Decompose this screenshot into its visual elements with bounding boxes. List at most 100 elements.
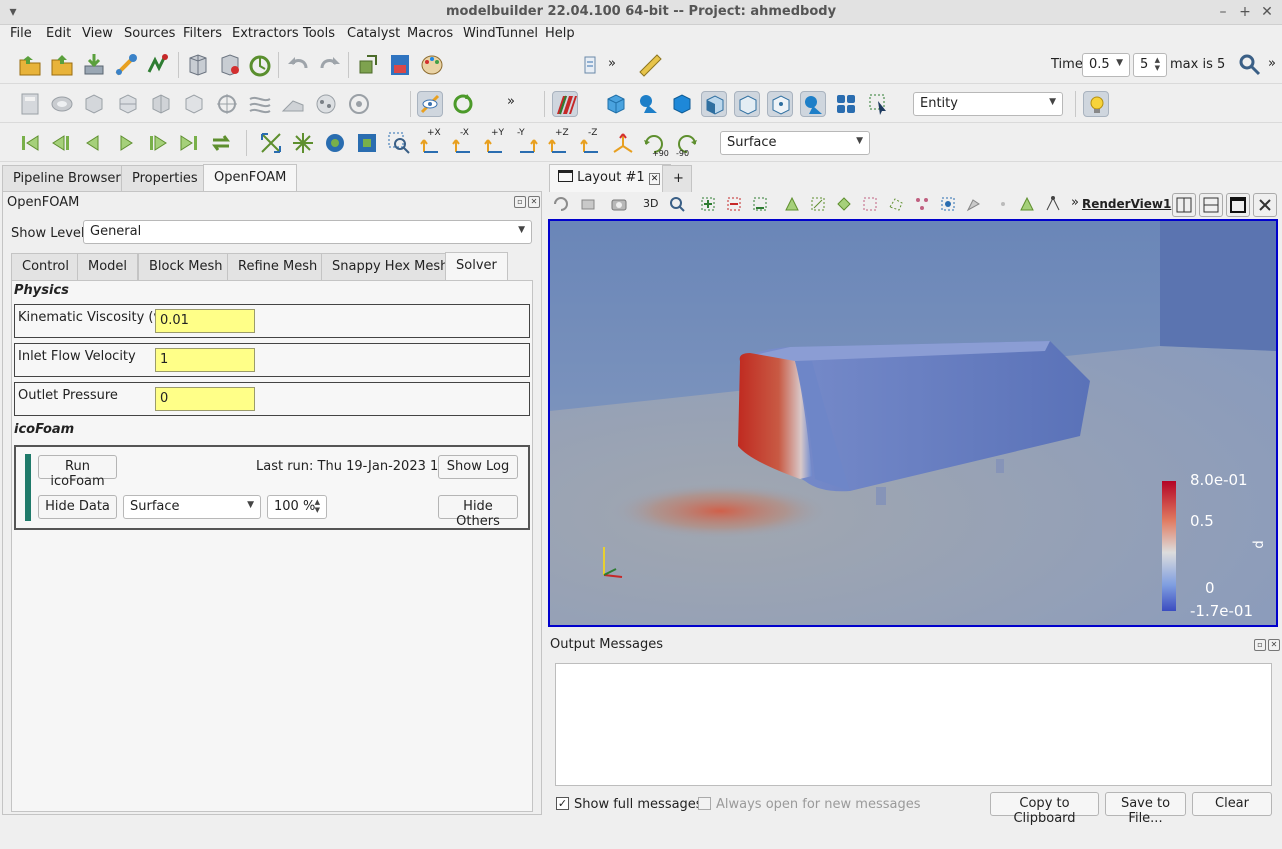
refresh-icon[interactable] <box>450 91 476 117</box>
warp-icon[interactable] <box>280 91 306 117</box>
toolbar-more-icon[interactable]: » <box>1071 195 1079 210</box>
select-cells-on-icon[interactable] <box>783 195 801 213</box>
shrink-selection-icon[interactable] <box>725 195 743 213</box>
hover-points-icon[interactable] <box>965 195 983 213</box>
tab-properties[interactable]: Properties <box>121 165 209 192</box>
contour-icon[interactable] <box>49 91 75 117</box>
capture-icon[interactable] <box>579 195 597 213</box>
open-icon[interactable] <box>17 52 43 78</box>
viscosity-input[interactable]: 0.01 <box>155 309 255 333</box>
maximize-view-icon[interactable] <box>1226 193 1250 217</box>
calculator-icon[interactable] <box>17 91 43 117</box>
clear-selection-icon[interactable] <box>751 195 769 213</box>
float-icon[interactable]: ▫ <box>514 196 526 208</box>
group-select-icon[interactable] <box>800 91 826 117</box>
ruler-icon[interactable] <box>637 52 663 78</box>
mesh-cube-icon[interactable] <box>603 91 629 117</box>
reset-session-icon[interactable] <box>247 52 273 78</box>
face-select-icon[interactable] <box>701 91 727 117</box>
copy-to-clipboard-button[interactable]: Copy to Clipboard <box>990 792 1099 826</box>
play-backward-icon[interactable] <box>80 130 106 156</box>
probe-icon[interactable] <box>994 195 1012 213</box>
rotate-plus-90-icon[interactable]: +90 <box>641 130 669 158</box>
zoom-closest-icon[interactable] <box>322 130 348 156</box>
light-bulb-icon[interactable] <box>1083 91 1109 117</box>
close-icon[interactable]: ✕ <box>1258 3 1276 21</box>
undo-icon[interactable] <box>285 52 311 78</box>
zoom-inspect-icon[interactable] <box>668 195 686 213</box>
inlet-velocity-input[interactable]: 1 <box>155 348 255 372</box>
toggle-visibility-icon[interactable] <box>417 91 443 117</box>
loop-icon[interactable] <box>208 130 234 156</box>
reset-camera-direction-icon[interactable] <box>552 195 570 213</box>
menu-catalyst[interactable]: Catalyst <box>347 26 400 41</box>
menu-extractors[interactable]: Extractors <box>232 26 299 41</box>
view-3d-toggle[interactable]: 3D <box>643 197 658 210</box>
modelbuilder-logo-icon[interactable] <box>552 91 578 117</box>
select-polygon-icon[interactable] <box>887 195 905 213</box>
edge-select-icon[interactable] <box>734 91 760 117</box>
load-state-icon[interactable] <box>217 52 243 78</box>
view-minus-z-icon[interactable]: -Z <box>578 128 604 156</box>
first-frame-icon[interactable] <box>17 130 43 156</box>
menu-windtunnel[interactable]: WindTunnel <box>463 26 538 41</box>
select-vertex-icon[interactable] <box>1044 195 1062 213</box>
menu-tools[interactable]: Tools <box>303 26 335 41</box>
show-full-messages-checkbox[interactable]: ✓ <box>556 797 569 810</box>
hide-data-button[interactable]: Hide Data <box>38 495 117 519</box>
palette-icon[interactable] <box>419 52 445 78</box>
connect-icon[interactable] <box>113 52 139 78</box>
play-icon[interactable] <box>113 130 139 156</box>
select-points-on-icon[interactable] <box>809 195 827 213</box>
solver-representation-select[interactable]: Surface ▼ <box>123 495 261 519</box>
select-cells-frustum-icon[interactable] <box>835 195 853 213</box>
view-minus-y-icon[interactable]: -Y <box>514 128 540 156</box>
view-plus-x-icon[interactable]: +X <box>418 128 444 156</box>
extract-subset-icon[interactable] <box>181 91 207 117</box>
menu-macros[interactable]: Macros <box>407 26 453 41</box>
render-view[interactable]: 8.0e-01 0.5 0 -1.7e-01 p <box>548 219 1278 627</box>
lookmark-icon[interactable] <box>577 52 603 78</box>
previous-frame-icon[interactable] <box>48 130 74 156</box>
minimize-icon[interactable]: – <box>1214 3 1232 21</box>
python-icon[interactable] <box>145 52 171 78</box>
clip-icon[interactable] <box>81 91 107 117</box>
hide-others-button[interactable]: Hide Others <box>438 495 518 529</box>
toolbar-more-icon[interactable]: » <box>1268 56 1276 71</box>
subtab-refine-mesh[interactable]: Refine Mesh <box>227 253 329 280</box>
extract-level-icon[interactable] <box>346 91 372 117</box>
save-state-icon[interactable] <box>185 52 211 78</box>
subtab-block-mesh[interactable]: Block Mesh <box>138 253 234 280</box>
close-icon[interactable]: ✕ <box>1268 639 1280 651</box>
zoom-selection-icon[interactable] <box>386 130 412 156</box>
timestep-spinbox[interactable]: 5 ▲ ▼ <box>1133 53 1167 77</box>
tab-pipeline-browser[interactable]: Pipeline Browser <box>2 165 132 192</box>
vertex-select-icon[interactable] <box>767 91 793 117</box>
menu-view[interactable]: View <box>82 26 113 41</box>
menu-sources[interactable]: Sources <box>124 26 175 41</box>
run-icofoam-button[interactable]: Run icoFoam <box>38 455 117 489</box>
close-view-icon[interactable] <box>1253 193 1277 217</box>
output-messages-area[interactable] <box>555 663 1272 786</box>
zoom-box-icon[interactable] <box>354 130 380 156</box>
float-icon[interactable]: ▫ <box>1254 639 1266 651</box>
clear-button[interactable]: Clear <box>1192 792 1272 816</box>
isometric-view-icon[interactable] <box>610 130 636 156</box>
menu-help[interactable]: Help <box>545 26 575 41</box>
maximize-icon[interactable]: + <box>1236 3 1254 21</box>
stream-tracer-icon[interactable] <box>247 91 273 117</box>
last-frame-icon[interactable] <box>176 130 202 156</box>
color-map-editor-icon[interactable] <box>387 52 413 78</box>
show-log-button[interactable]: Show Log <box>438 455 518 479</box>
tab-openfoam[interactable]: OpenFOAM <box>203 164 298 192</box>
select-points-frustum-icon[interactable] <box>861 195 879 213</box>
view-plus-y-icon[interactable]: +Y <box>482 128 508 156</box>
select-triangle-icon[interactable] <box>1018 195 1036 213</box>
representation-select[interactable]: Surface ▼ <box>720 131 870 155</box>
subtab-model[interactable]: Model <box>77 253 139 280</box>
time-select[interactable]: 0.5 ▼ <box>1082 53 1130 77</box>
close-tab-icon[interactable]: ✕ <box>648 173 661 185</box>
threshold-icon[interactable] <box>148 91 174 117</box>
opacity-spinbox[interactable]: 100 % ▲ ▼ <box>267 495 327 519</box>
menu-filters[interactable]: Filters <box>183 26 222 41</box>
